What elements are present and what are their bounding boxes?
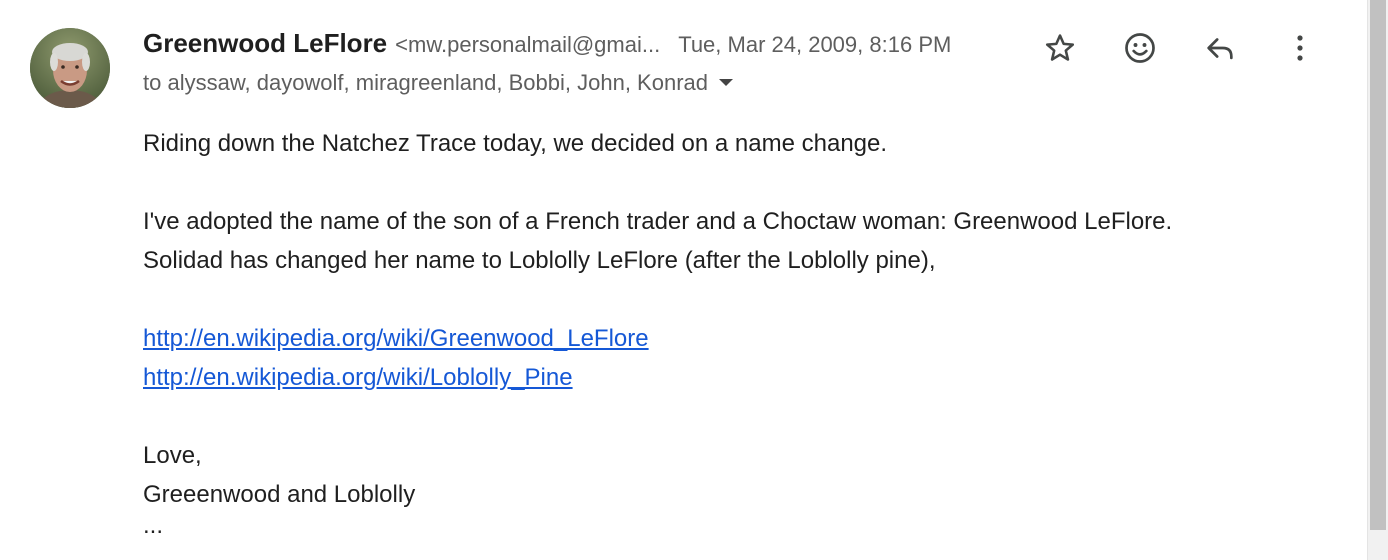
add-reaction-button[interactable] bbox=[1120, 28, 1160, 68]
show-trimmed-content-button[interactable]: ... bbox=[143, 514, 1323, 538]
sender-email[interactable]: <mw.personalmail@gmai... bbox=[395, 32, 660, 58]
star-button[interactable] bbox=[1040, 28, 1080, 68]
message-date[interactable]: Tue, Mar 24, 2009, 8:16 PM bbox=[678, 32, 951, 58]
recipients-list: to alyssaw, dayowolf, miragreenland, Bob… bbox=[143, 70, 708, 95]
sender-line: Greenwood LeFlore <mw.personalmail@gmai.… bbox=[143, 28, 1183, 66]
signature-text: Greeenwood and Loblolly bbox=[143, 481, 416, 508]
email-message: Greenwood LeFlore <mw.personalmail@gmai.… bbox=[0, 0, 1368, 560]
emoji-icon bbox=[1125, 33, 1155, 63]
recipients-line: to alyssaw, dayowolf, miragreenland, Bob… bbox=[143, 68, 1183, 98]
scrollbar[interactable] bbox=[1367, 0, 1388, 560]
message-body: Riding down the Natchez Trace today, we … bbox=[143, 124, 1323, 538]
star-icon bbox=[1045, 34, 1075, 61]
body-paragraph: Riding down the Natchez Trace today, we … bbox=[143, 130, 888, 157]
closing-text: Love, bbox=[143, 442, 202, 469]
message-header: Greenwood LeFlore <mw.personalmail@gmai.… bbox=[143, 28, 1183, 98]
avatar[interactable] bbox=[30, 28, 110, 108]
wikipedia-link-greenwood[interactable]: http://en.wikipedia.org/wiki/Greenwood_L… bbox=[143, 325, 649, 352]
more-options-button[interactable] bbox=[1280, 28, 1320, 68]
reply-icon bbox=[1207, 38, 1233, 60]
sender-name[interactable]: Greenwood LeFlore bbox=[143, 28, 387, 59]
show-details-button[interactable] bbox=[718, 78, 734, 88]
body-paragraph: Solidad has changed her name to Loblolly… bbox=[143, 247, 936, 274]
scrollbar-thumb[interactable] bbox=[1370, 0, 1386, 530]
avatar-photo bbox=[30, 28, 110, 108]
reply-button[interactable] bbox=[1200, 28, 1240, 68]
message-actions bbox=[1040, 28, 1320, 68]
more-vert-icon bbox=[1297, 35, 1303, 61]
wikipedia-link-loblolly[interactable]: http://en.wikipedia.org/wiki/Loblolly_Pi… bbox=[143, 364, 573, 391]
caret-down-icon bbox=[719, 79, 733, 86]
body-paragraph: I've adopted the name of the son of a Fr… bbox=[143, 208, 1173, 235]
